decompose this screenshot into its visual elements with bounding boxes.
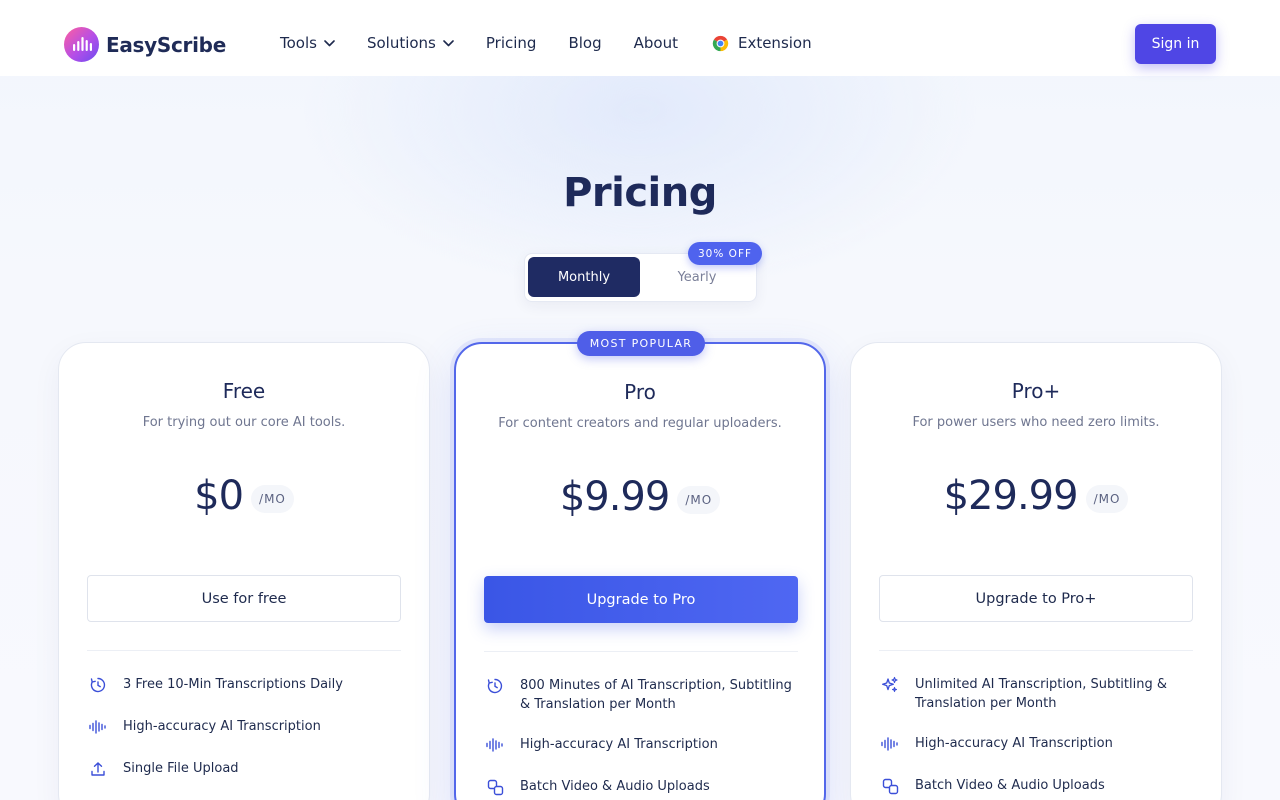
price-period: /MO [1085,485,1129,513]
logo-waveform-icon [64,27,99,62]
plan-name: Pro [624,380,656,404]
feature-text: Batch Video & Audio Uploads [520,779,710,794]
feature-list: 3 Free 10-Min Transcriptions Daily High-… [87,675,403,800]
feature-list: Unlimited AI Transcription, Subtitling &… [879,675,1195,800]
upgrade-to-pro-button[interactable]: Upgrade to Pro [484,576,798,623]
nav-tools-label: Tools [280,34,317,52]
feature-item: High-accuracy AI Transcription [87,717,403,738]
chrome-icon [712,35,729,52]
sparkles-icon [879,674,901,696]
feature-item: 800 Minutes of AI Transcription, Subtitl… [484,676,800,714]
waveform-icon [87,716,109,738]
waveform-icon [879,733,901,755]
plan-card-pro: MOST POPULAR Pro For content creators an… [454,331,826,800]
site-header: EasyScribe Tools Solutions Pricing Blog … [0,0,1280,76]
batch-upload-icon [879,775,901,797]
use-for-free-button[interactable]: Use for free [87,575,401,622]
price-row: $0 /MO [59,473,429,519]
nav-blog[interactable]: Blog [568,34,601,52]
nav-tools[interactable]: Tools [280,34,335,52]
feature-list: 800 Minutes of AI Transcription, Subtitl… [484,676,800,800]
page-title: Pricing [563,170,717,216]
nav-pricing[interactable]: Pricing [486,34,537,52]
price-row: $29.99 /MO [851,473,1221,519]
plan-price: $29.99 [943,473,1079,519]
nav-extension-label: Extension [737,34,812,52]
brand-logo[interactable]: EasyScribe [64,27,226,62]
feature-item: Batch Video & Audio Uploads [484,777,800,798]
plan-price: $0 [194,473,244,519]
divider [484,651,798,652]
plan-description: For trying out our core AI tools. [142,415,346,430]
plan-name: Pro+ [1011,379,1061,403]
price-period: /MO [251,485,294,513]
timer-icon [484,675,506,697]
divider [879,650,1193,651]
most-popular-badge: MOST POPULAR [577,331,705,356]
feature-item: High-accuracy AI Transcription [879,734,1195,755]
upload-icon [87,758,109,780]
feature-text: Single File Upload [123,761,239,776]
feature-item: 3 Free 10-Min Transcriptions Daily [87,675,403,696]
chevron-down-icon [324,39,335,47]
nav-solutions[interactable]: Solutions [367,34,454,52]
plan-price: $9.99 [559,474,671,520]
toggle-monthly[interactable]: Monthly [528,257,640,297]
feature-item: High-accuracy AI Transcription [484,735,800,756]
feature-text: 800 Minutes of AI Transcription, Subtitl… [520,678,792,712]
feature-item: Single File Upload [87,759,403,780]
plan-description: For power users who need zero limits. [912,415,1160,430]
feature-text: 3 Free 10-Min Transcriptions Daily [123,677,343,692]
divider [87,650,401,651]
waveform-icon [484,734,506,756]
batch-upload-icon [484,776,506,798]
chevron-down-icon [443,39,454,47]
timer-icon [87,674,109,696]
billing-toggle: Monthly Yearly 30% OFF [524,242,763,302]
sign-in-button[interactable]: Sign in [1135,24,1216,64]
main-nav: Tools Solutions Pricing Blog About Exten… [280,34,844,52]
nav-solutions-label: Solutions [366,34,436,52]
brand-name: EasyScribe [106,32,226,57]
feature-text: Batch Video & Audio Uploads [915,778,1105,793]
price-period: /MO [677,486,721,514]
feature-item: Unlimited AI Transcription, Subtitling &… [879,675,1195,713]
nav-about[interactable]: About [634,34,678,52]
plan-card-free: Free For trying out our core AI tools. $… [58,342,430,800]
discount-badge: 30% OFF [688,242,763,265]
plan-description: For content creators and regular uploade… [498,416,782,431]
plan-name: Free [222,379,266,403]
feature-text: High-accuracy AI Transcription [915,736,1113,751]
plan-card-pro-plus: Pro+ For power users who need zero limit… [850,342,1222,800]
feature-text: Unlimited AI Transcription, Subtitling &… [915,677,1168,711]
nav-extension[interactable]: Extension [712,34,812,52]
price-row: $9.99 /MO [456,474,824,520]
feature-text: High-accuracy AI Transcription [123,719,321,734]
feature-text: High-accuracy AI Transcription [520,737,718,752]
feature-item: Batch Video & Audio Uploads [879,776,1195,797]
upgrade-to-pro-plus-button[interactable]: Upgrade to Pro+ [879,575,1193,622]
